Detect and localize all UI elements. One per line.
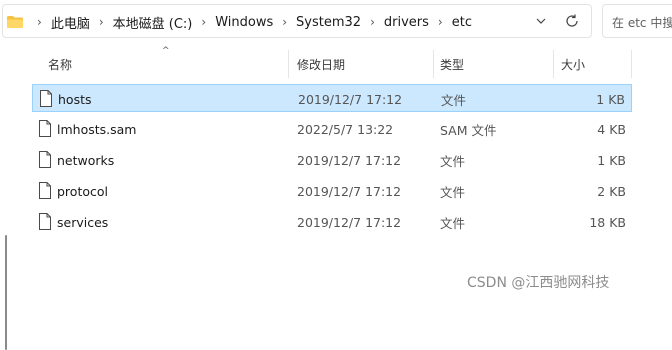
- file-row-services[interactable]: services 2019/12/7 17:12 文件 18 KB: [32, 208, 632, 236]
- search-placeholder: 在 etc 中搜: [612, 16, 672, 30]
- file-type: 文件: [440, 153, 466, 169]
- breadcrumb: › 此电脑 › 本地磁盘 (C:) › Windows › System32 ›…: [29, 5, 473, 39]
- chevron-down-icon[interactable]: [535, 15, 547, 27]
- column-name[interactable]: 名称: [48, 48, 72, 80]
- column-size-label: 大小: [561, 57, 586, 72]
- file-name: hosts: [58, 91, 92, 107]
- column-date-label: 修改日期: [297, 57, 346, 72]
- file-row-hosts[interactable]: hosts 2019/12/7 17:12 文件 1 KB: [32, 84, 632, 112]
- file-type: 文件: [440, 184, 466, 200]
- file-icon: [39, 120, 51, 137]
- file-name: protocol: [57, 183, 108, 199]
- chevron-right-icon[interactable]: ›: [37, 15, 42, 29]
- file-icon: [40, 90, 52, 107]
- file-name: services: [57, 214, 109, 230]
- breadcrumb-system32[interactable]: System32: [295, 15, 362, 30]
- column-size[interactable]: 大小: [561, 48, 585, 80]
- chevron-right-icon[interactable]: ›: [201, 15, 206, 29]
- file-icon: [39, 151, 51, 168]
- column-header: ^ 名称 修改日期 类型 大小: [32, 46, 632, 80]
- file-row-networks[interactable]: networks 2019/12/7 17:12 文件 1 KB: [32, 146, 632, 174]
- breadcrumb-windows[interactable]: Windows: [214, 15, 274, 30]
- breadcrumb-this-pc[interactable]: 此电脑: [50, 13, 91, 32]
- sort-ascending-icon: ^: [162, 46, 170, 56]
- breadcrumb-etc[interactable]: etc: [451, 15, 473, 30]
- file-row-lmhosts[interactable]: lmhosts.sam 2022/5/7 13:22 SAM 文件 4 KB: [32, 115, 632, 143]
- file-name: lmhosts.sam: [57, 121, 137, 137]
- file-size: 1 KB: [596, 91, 625, 107]
- file-type: SAM 文件: [440, 122, 497, 138]
- file-date: 2019/12/7 17:12: [297, 152, 402, 168]
- column-divider[interactable]: [288, 50, 289, 78]
- file-size: 18 KB: [589, 214, 626, 230]
- file-date: 2019/12/7 17:12: [297, 214, 402, 230]
- chevron-right-icon[interactable]: ›: [438, 15, 443, 29]
- file-date: 2019/12/7 17:12: [298, 91, 403, 107]
- file-icon: [39, 213, 51, 230]
- file-size: 2 KB: [597, 183, 626, 199]
- file-size: 1 KB: [597, 152, 626, 168]
- navigation-pane: [0, 45, 16, 350]
- file-size: 4 KB: [597, 121, 626, 137]
- file-date: 2022/5/7 13:22: [297, 121, 394, 137]
- breadcrumb-local-disk[interactable]: 本地磁盘 (C:): [112, 13, 194, 32]
- file-type: 文件: [440, 215, 466, 231]
- column-divider[interactable]: [553, 50, 554, 78]
- refresh-icon[interactable]: [564, 13, 580, 29]
- column-divider[interactable]: [631, 50, 632, 78]
- navigation-bar: › 此电脑 › 本地磁盘 (C:) › Windows › System32 ›…: [0, 0, 672, 45]
- chevron-right-icon[interactable]: ›: [282, 15, 287, 29]
- address-bar[interactable]: › 此电脑 › 本地磁盘 (C:) › Windows › System32 ›…: [2, 4, 592, 38]
- column-divider[interactable]: [433, 50, 434, 78]
- folder-icon: [7, 16, 23, 28]
- column-date[interactable]: 修改日期: [297, 48, 345, 80]
- column-type-label: 类型: [440, 57, 465, 72]
- column-type[interactable]: 类型: [440, 48, 464, 80]
- breadcrumb-drivers[interactable]: drivers: [383, 15, 430, 30]
- file-name: networks: [57, 152, 115, 168]
- file-icon: [39, 182, 51, 199]
- search-input[interactable]: 在 etc 中搜: [602, 4, 672, 38]
- watermark: CSDN @江西驰网科技: [467, 275, 610, 291]
- chevron-right-icon[interactable]: ›: [99, 15, 104, 29]
- navigation-pane-scrollbar[interactable]: [5, 235, 7, 350]
- column-name-label: 名称: [48, 57, 73, 72]
- chevron-right-icon[interactable]: ›: [370, 15, 375, 29]
- file-date: 2019/12/7 17:12: [297, 183, 402, 199]
- file-row-protocol[interactable]: protocol 2019/12/7 17:12 文件 2 KB: [32, 177, 632, 205]
- vertical-scrollbar[interactable]: [661, 45, 672, 305]
- file-type: 文件: [441, 92, 467, 108]
